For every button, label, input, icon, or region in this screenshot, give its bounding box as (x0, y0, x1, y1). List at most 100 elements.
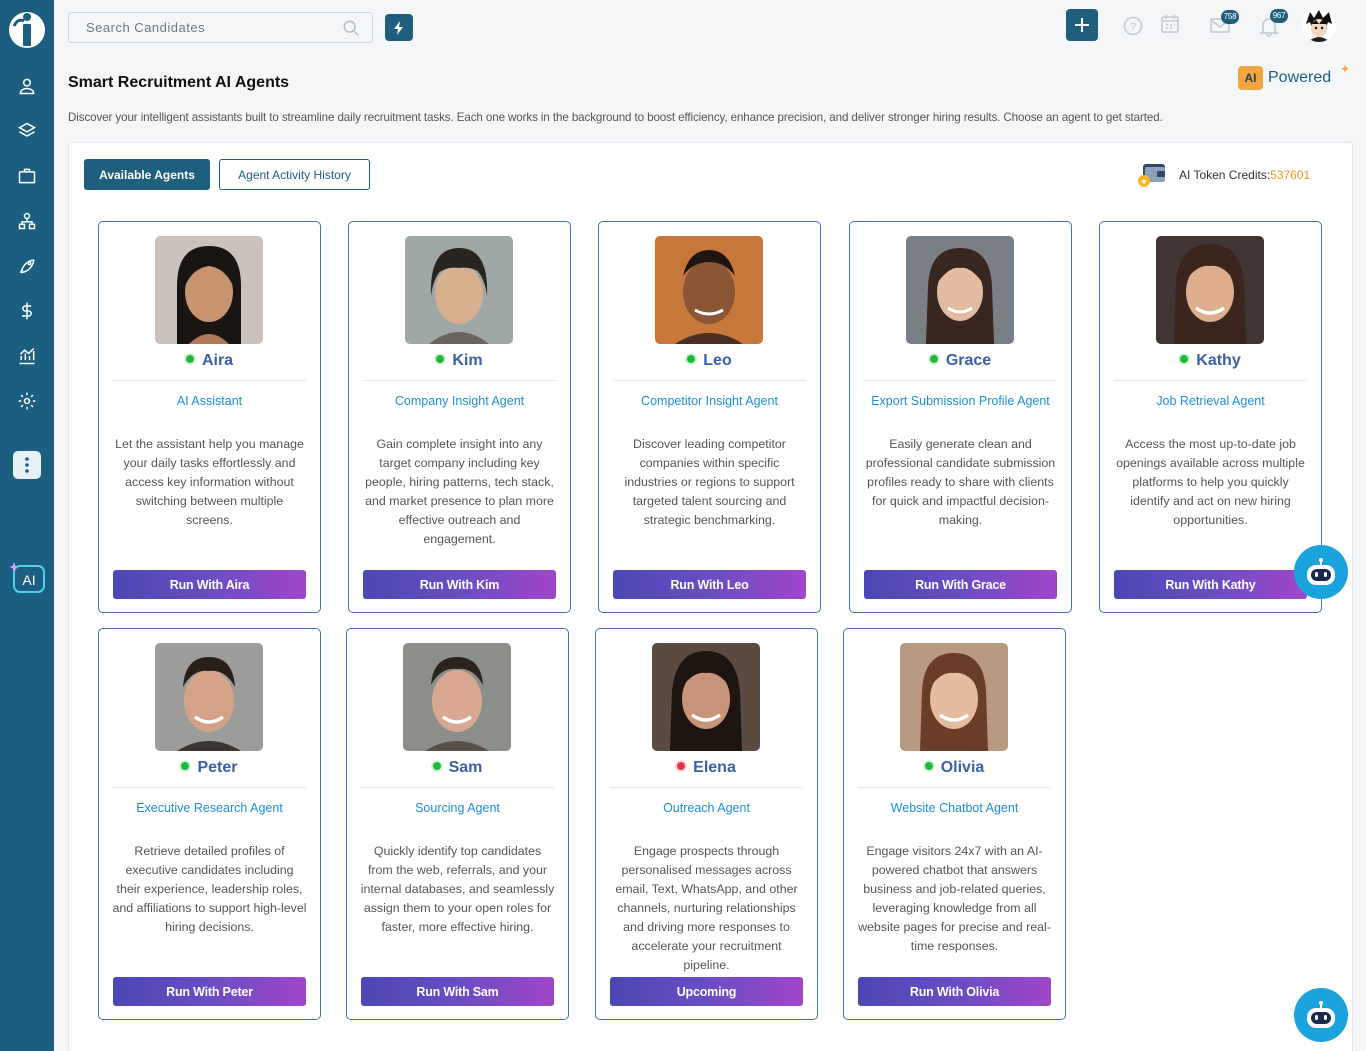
agent-name-row: Elena (596, 759, 817, 777)
chatbot-icon (1307, 1001, 1335, 1028)
agent-name-row: Aira (99, 352, 320, 370)
agent-name-row: Kathy (1100, 352, 1321, 370)
agent-name-row: Leo (599, 352, 820, 370)
agent-name: Peter (197, 759, 238, 776)
agent-description: Easily generate clean and professional c… (865, 437, 1056, 527)
layers-icon[interactable] (14, 118, 40, 144)
agent-name: Leo (703, 352, 732, 369)
token-credits: ★ AI Token Credits: 537601 (1135, 160, 1310, 190)
status-dot (1180, 355, 1189, 363)
dollar-icon[interactable] (14, 298, 40, 324)
mail-button[interactable]: 758 (1209, 10, 1239, 38)
search-input[interactable] (69, 13, 372, 42)
agent-card-elena: Elena Outreach Agent Engage prospects th… (595, 628, 818, 1020)
upcoming-button[interactable]: Upcoming (610, 977, 803, 1006)
agent-role: Export Submission Profile Agent (871, 394, 1050, 408)
agent-photo (900, 643, 1008, 751)
powered-label: Powered (1268, 69, 1332, 86)
svg-text:AI: AI (22, 572, 35, 588)
divider (113, 787, 306, 788)
sidebar: AI (0, 0, 54, 1051)
run-agent-button[interactable]: Run With Olivia (858, 977, 1051, 1006)
more-vertical-icon[interactable] (13, 451, 41, 479)
ai-chip: AI (1238, 66, 1263, 90)
mail-badge: 758 (1221, 10, 1239, 24)
org-chart-icon[interactable] (14, 208, 40, 234)
briefcase-icon[interactable] (14, 163, 40, 189)
user-avatar[interactable] (1302, 8, 1336, 42)
divider (613, 380, 806, 381)
run-agent-button[interactable]: Run With Sam (361, 977, 554, 1006)
credits-value: 537601 (1270, 168, 1311, 182)
agent-card-grace: Grace Export Submission Profile Agent Ea… (849, 221, 1072, 613)
agent-photo (1156, 236, 1264, 344)
agent-card-olivia: Olivia Website Chatbot Agent Engage visi… (843, 628, 1066, 1020)
status-dot (929, 355, 938, 363)
status-dot (687, 355, 696, 363)
ai-powered-badge: AI Powered ✦ (1238, 62, 1350, 90)
analytics-icon[interactable] (14, 343, 40, 369)
run-agent-button[interactable]: Run With Kim (363, 570, 556, 599)
agent-name: Grace (945, 352, 992, 369)
agent-role: Company Insight Agent (394, 394, 525, 408)
tab-agent-activity-history[interactable]: Agent Activity History (219, 159, 370, 190)
tab-available-agents[interactable]: Available Agents (84, 159, 210, 190)
divider (113, 380, 306, 381)
ai-sparkle-icon[interactable]: AI (8, 560, 46, 596)
divider (610, 787, 803, 788)
agent-role: Outreach Agent (663, 801, 750, 815)
agent-card-aira: Aira AI Assistant Let the assistant help… (98, 221, 321, 613)
app-logo[interactable] (8, 8, 46, 50)
notification-badge: 967 (1270, 9, 1288, 23)
run-agent-button[interactable]: Run With Grace (864, 570, 1057, 599)
wallet-icon: ★ (1138, 164, 1165, 187)
gear-icon[interactable] (14, 388, 40, 414)
rocket-icon[interactable] (14, 253, 40, 279)
calendar-icon[interactable] (1159, 13, 1181, 35)
agent-name-row: Kim (349, 352, 570, 370)
page-title: Smart Recruitment AI Agents (68, 74, 290, 91)
divider (864, 380, 1057, 381)
agent-role: AI Assistant (176, 394, 243, 408)
agent-photo (906, 236, 1014, 344)
agent-photo (655, 236, 763, 344)
agent-card-kim: Kim Company Insight Agent Gain complete … (348, 221, 571, 613)
svg-text:?: ? (1130, 21, 1136, 33)
chatbot-button[interactable] (1294, 988, 1348, 1042)
agent-role: Competitor Insight Agent (641, 394, 778, 408)
agent-photo (652, 643, 760, 751)
agent-description: Engage visitors 24x7 with an AI-powered … (858, 844, 1051, 953)
chatbot-button[interactable] (1294, 545, 1348, 599)
agent-description: Access the most up-to-date job openings … (1116, 437, 1305, 527)
user-icon[interactable] (14, 73, 40, 99)
agent-name: Kathy (1196, 352, 1241, 369)
status-dot (181, 762, 190, 770)
add-button[interactable] (1066, 9, 1098, 41)
svg-text:★: ★ (1140, 177, 1147, 186)
agent-photo (155, 236, 263, 344)
search-icon[interactable] (342, 19, 360, 37)
help-icon[interactable]: ? (1122, 15, 1144, 37)
agent-description: Engage prospects through personalised me… (615, 844, 798, 972)
divider (363, 380, 556, 381)
notification-button[interactable]: 967 (1258, 9, 1288, 37)
run-agent-button[interactable]: Run With Aira (113, 570, 306, 599)
run-agent-button[interactable]: Run With Leo (613, 570, 806, 599)
status-dot (924, 762, 933, 770)
flash-icon (394, 20, 403, 35)
chatbot-icon (1307, 558, 1335, 585)
agent-photo (155, 643, 263, 751)
flash-button[interactable] (385, 14, 413, 41)
plus-icon (1075, 18, 1089, 32)
agent-card-leo: Leo Competitor Insight Agent Discover le… (598, 221, 821, 613)
agent-card-peter: Peter Executive Research Agent Retrieve … (98, 628, 321, 1020)
status-dot (436, 355, 445, 363)
agent-name-row: Sam (347, 759, 568, 777)
divider (361, 787, 554, 788)
run-agent-button[interactable]: Run With Peter (113, 977, 306, 1006)
agent-photo (405, 236, 513, 344)
run-agent-button[interactable]: Run With Kathy (1114, 570, 1307, 599)
page-description: Discover your intelligent assistants bui… (68, 111, 1163, 124)
divider (858, 787, 1051, 788)
status-dot (185, 355, 194, 363)
